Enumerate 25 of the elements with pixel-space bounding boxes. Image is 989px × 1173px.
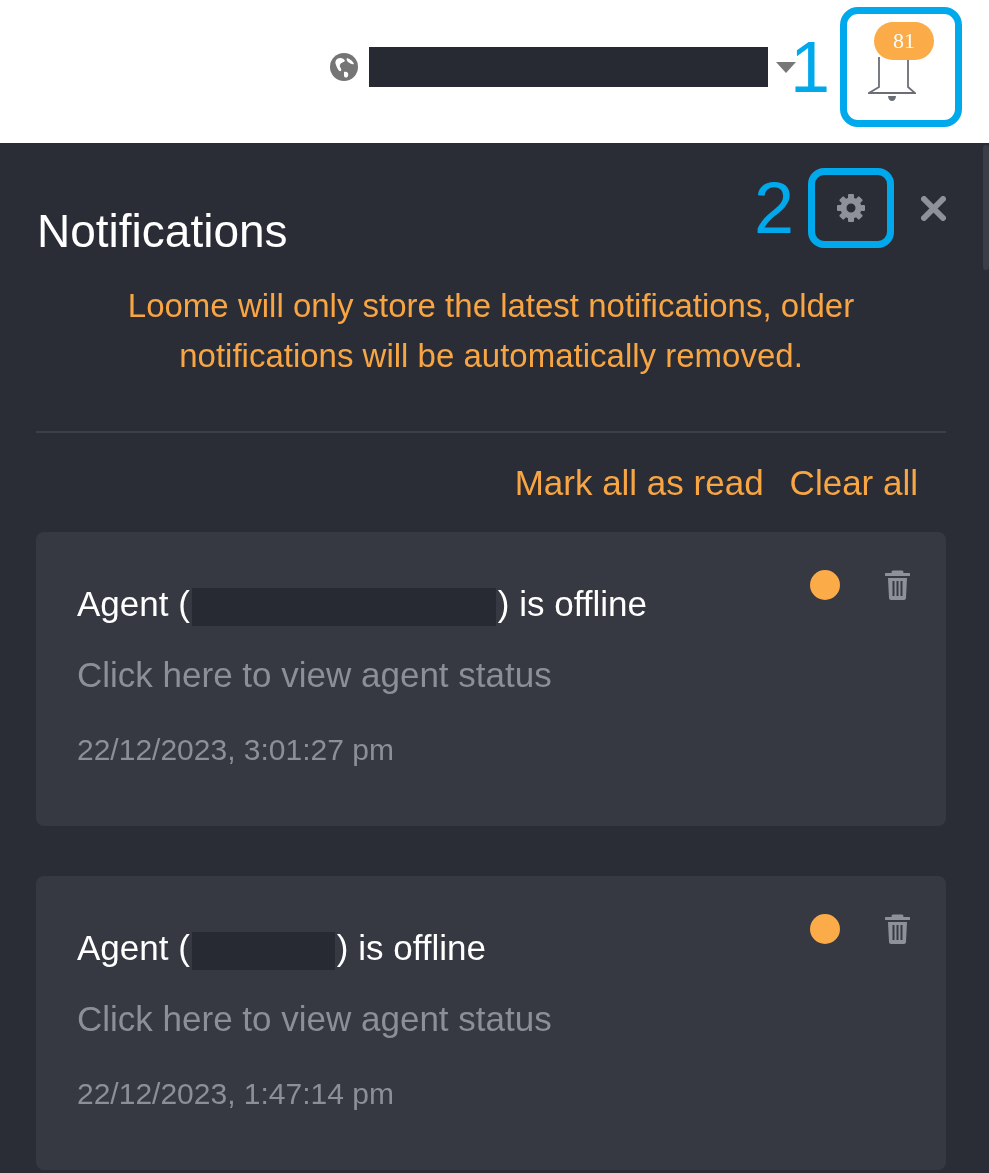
close-button[interactable] xyxy=(921,195,946,221)
annotation-number: 1 xyxy=(789,31,830,103)
action-link[interactable]: Mark all as read xyxy=(514,462,764,504)
notification-time: 22/12/2023, 3:01:27 pm xyxy=(77,731,394,768)
caret-icon[interactable] xyxy=(775,61,796,73)
notifications-button[interactable]: 81 xyxy=(868,22,934,102)
settings-button[interactable] xyxy=(836,193,866,223)
bell-icon xyxy=(868,57,916,101)
panel-title: Notifications xyxy=(37,204,288,259)
notification-title: Agent ( ) is offline xyxy=(77,926,486,970)
trash-icon xyxy=(885,570,910,600)
close-icon xyxy=(921,195,946,221)
agent-status-link[interactable]: Click here to view agent status xyxy=(77,997,552,1040)
delete-button[interactable] xyxy=(885,913,910,944)
settings-icon xyxy=(836,193,866,223)
annotation-number: 2 xyxy=(753,172,794,244)
trash-icon xyxy=(885,913,910,944)
delete-button[interactable] xyxy=(885,570,910,600)
agent-status-link[interactable]: Click here to view agent status xyxy=(77,653,552,696)
count-badge: 81 xyxy=(874,22,934,60)
notification-time: 22/12/2023, 1:47:14 pm xyxy=(77,1075,394,1112)
globe-icon xyxy=(329,53,358,81)
retention-notice: Loome will only store the latest notifications, older notifications will be automatically removed. xyxy=(126,286,856,376)
notification-title: Agent ( ) is offline xyxy=(77,583,647,626)
action-link[interactable]: Clear all xyxy=(789,462,918,504)
